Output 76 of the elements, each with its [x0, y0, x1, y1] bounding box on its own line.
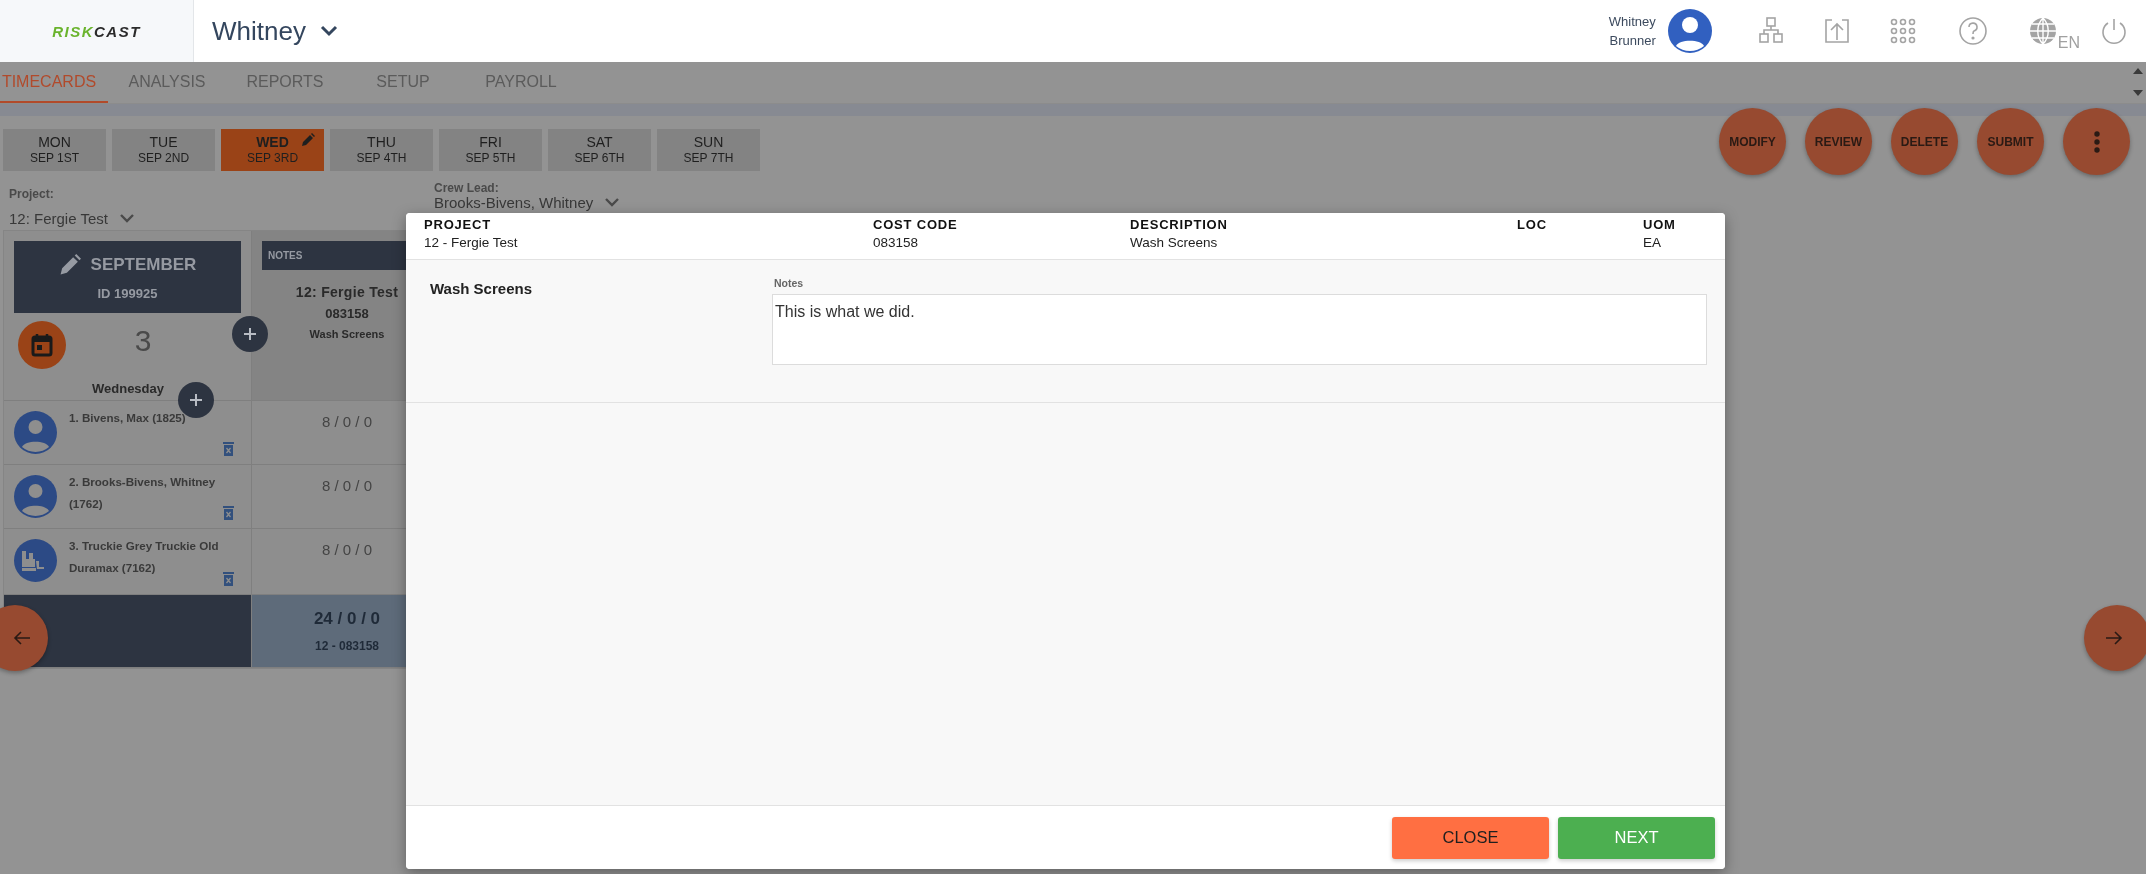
arrow-left-icon	[13, 630, 31, 646]
scroll-arrows-icon[interactable]	[2132, 66, 2144, 98]
item-title: Wash Screens	[430, 280, 533, 299]
more-button[interactable]	[2063, 108, 2130, 175]
next-button[interactable]: NEXT	[1558, 816, 1715, 859]
total-code: 12 - 083158	[314, 639, 380, 653]
logo: RISKCAST	[52, 22, 141, 40]
day-number: 3	[133, 324, 153, 358]
avatar-icon[interactable]	[1667, 9, 1712, 53]
day-tab[interactable]: WED SEP 3RD	[221, 129, 324, 171]
day-tab[interactable]: THU SEP 4TH	[330, 129, 433, 171]
total-hours: 24 / 0 / 0	[313, 609, 381, 629]
day-tab[interactable]: SAT SEP 6TH	[548, 129, 651, 171]
crew-selector[interactable]: Whitney	[212, 15, 338, 47]
action-button[interactable]: DELETE	[1891, 108, 1958, 175]
trash-icon[interactable]	[223, 506, 234, 520]
day-tab[interactable]: TUE SEP 2ND	[112, 129, 215, 171]
job-description: Wash Screens	[309, 328, 385, 340]
column-value: EA	[1643, 235, 1661, 250]
power-icon[interactable]	[2100, 17, 2128, 45]
globe-icon[interactable]	[2027, 16, 2058, 46]
chevron-down-icon	[119, 214, 134, 223]
close-button[interactable]: CLOSE	[1392, 816, 1549, 859]
member-name: 3. Truckie Grey Truckie Old Duramax (7162)	[69, 538, 219, 576]
chevron-down-icon	[605, 198, 620, 207]
trash-icon[interactable]	[223, 442, 234, 456]
help-icon[interactable]	[1957, 16, 1988, 46]
day-tab[interactable]: MON SEP 1ST	[3, 129, 106, 171]
nav-tab[interactable]: PAYROLL	[462, 62, 580, 103]
day-tab[interactable]: FRI SEP 5TH	[439, 129, 542, 171]
crew-lead-select[interactable]: Brooks-Bivens, Whitney	[434, 194, 620, 211]
weekday: Wednesday	[91, 381, 165, 396]
plus-icon	[243, 327, 257, 341]
next-day-button[interactable]	[2084, 605, 2146, 671]
day-tab[interactable]: SUN SEP 7TH	[657, 129, 760, 171]
nav-tab[interactable]: REPORTS	[226, 62, 344, 103]
field-label: Project:	[9, 187, 54, 201]
column-value: Wash Screens	[1130, 235, 1218, 250]
pencil-icon	[301, 133, 315, 147]
more-icon	[2093, 130, 2100, 153]
hours-cell: 8 / 0 / 0	[321, 413, 372, 430]
column-heading: COST CODE	[873, 217, 958, 232]
job-cost-code: 083158	[325, 306, 369, 321]
chevron-down-icon	[319, 25, 338, 37]
nav-tab[interactable]: SETUP	[344, 62, 462, 103]
job-project: 12: Fergie Test	[295, 284, 399, 300]
member-name: 2. Brooks-Bivens, Whitney (1762)	[69, 474, 217, 512]
column-heading: UOM	[1643, 217, 1676, 232]
column-heading: DESCRIPTION	[1130, 217, 1228, 232]
month-title: SEPTEMBER	[90, 254, 197, 275]
hours-cell: 8 / 0 / 0	[321, 541, 372, 558]
language-label[interactable]: EN	[2057, 34, 2080, 52]
nav-tab[interactable]: ANALYSIS	[108, 62, 226, 103]
timecard-id: ID 199925	[97, 285, 158, 301]
avatar-icon	[14, 411, 57, 454]
action-button[interactable]: MODIFY	[1719, 108, 1786, 175]
field-label: Crew Lead:	[434, 181, 499, 195]
calendar-button[interactable]	[18, 321, 66, 369]
action-button[interactable]: SUBMIT	[1977, 108, 2044, 175]
action-button[interactable]: REVIEW	[1805, 108, 1872, 175]
column-value: 083158	[873, 235, 919, 250]
avatar-icon	[14, 475, 57, 518]
member-name: 1. Bivens, Max (1825)	[69, 410, 187, 426]
hours-cell: 8 / 0 / 0	[321, 477, 372, 494]
notes-label: Notes	[774, 277, 804, 289]
project-select[interactable]: 12: Fergie Test	[9, 210, 134, 227]
notes-field[interactable]: This is what we did.	[772, 294, 1707, 365]
calendar-icon	[31, 333, 53, 357]
plus-icon	[189, 393, 203, 407]
arrow-right-icon	[2105, 630, 2123, 646]
column-heading: PROJECT	[424, 217, 491, 232]
pencil-icon[interactable]	[58, 253, 81, 276]
bulldozer-icon	[14, 539, 57, 582]
user-name: Whitney Brunner	[1607, 13, 1656, 50]
trash-icon[interactable]	[223, 572, 234, 586]
column-heading: LOC	[1517, 217, 1547, 232]
